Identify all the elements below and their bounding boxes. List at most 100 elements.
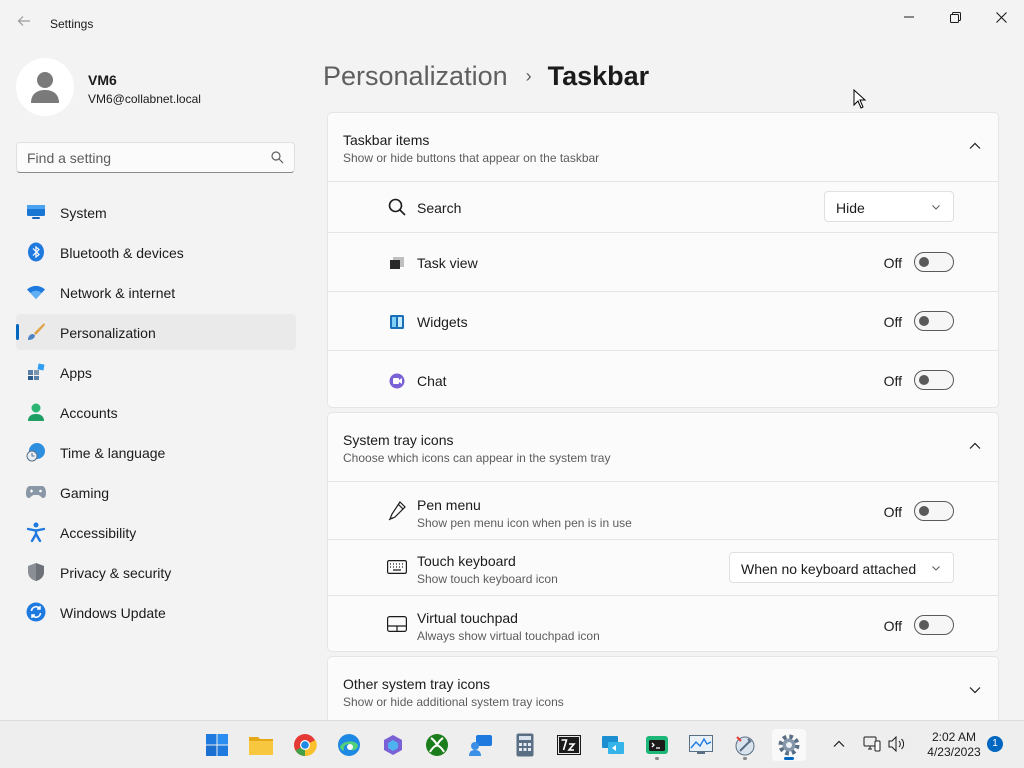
breadcrumb-separator: ›: [525, 65, 532, 86]
sidebar-item-network[interactable]: Network & internet: [16, 274, 296, 310]
apps-icon: [26, 362, 46, 382]
performance-monitor-icon: [689, 735, 713, 754]
widgets-icon: [387, 312, 407, 332]
start-button[interactable]: [200, 729, 234, 761]
file-explorer-icon: [249, 737, 273, 755]
virtual-touchpad-toggle[interactable]: [914, 615, 954, 635]
setting-row-widgets: Widgets Off: [328, 291, 998, 350]
os-taskbar: 2:02 AM 4/23/2023 1: [0, 720, 1024, 768]
network-status[interactable]: [863, 736, 881, 757]
chevron-up-icon[interactable]: [968, 439, 982, 453]
copilot-icon: [384, 735, 402, 755]
sidebar-item-system[interactable]: System: [16, 194, 296, 230]
chat-icon: [387, 371, 407, 391]
task-view-toggle[interactable]: [914, 252, 954, 272]
taskbar-xbox[interactable]: [420, 729, 454, 761]
sidebar-item-gaming[interactable]: Gaming: [16, 474, 296, 510]
taskbar-settings[interactable]: [772, 729, 806, 761]
7zip-icon: [557, 735, 581, 755]
close-button[interactable]: [978, 4, 1024, 30]
search-visibility-dropdown[interactable]: Hide: [824, 191, 954, 222]
brush-icon: [26, 322, 46, 342]
setting-row-chat: Chat Off: [328, 350, 998, 409]
taskbar-terminal[interactable]: [640, 729, 674, 761]
system-tray-header[interactable]: System tray icons Choose which icons can…: [328, 413, 998, 481]
chevron-up-icon[interactable]: [968, 139, 982, 153]
sidebar-item-privacy[interactable]: Privacy & security: [16, 554, 296, 590]
user-profile[interactable]: VM6 VM6@collabnet.local: [16, 58, 296, 118]
sidebar-item-accounts[interactable]: Accounts: [16, 394, 296, 430]
person-icon: [31, 72, 59, 103]
wifi-icon: [26, 282, 46, 302]
chevron-down-icon[interactable]: [968, 683, 982, 697]
taskbar-copilot[interactable]: [376, 729, 410, 761]
title-bar: Settings: [0, 0, 1024, 48]
taskbar-remote-desktop[interactable]: [596, 729, 630, 761]
shield-icon: [26, 562, 46, 582]
close-icon: [995, 11, 1007, 23]
other-tray-header[interactable]: Other system tray icons Show or hide add…: [328, 657, 998, 721]
start-icon: [206, 734, 228, 756]
bluetooth-icon: [26, 242, 46, 262]
breadcrumb-parent[interactable]: Personalization: [323, 61, 508, 92]
search-icon[interactable]: [271, 151, 284, 169]
search-box[interactable]: [16, 142, 295, 173]
settings-icon: [778, 734, 800, 756]
search-icon: [387, 197, 407, 217]
setting-row-task-view: Task view Off: [328, 232, 998, 291]
people-icon: [469, 735, 492, 756]
widgets-toggle[interactable]: [914, 311, 954, 331]
globe-clock-icon: [26, 442, 46, 462]
update-icon: [26, 602, 46, 622]
setting-row-virtual-touchpad: Virtual touchpad Always show virtual tou…: [328, 595, 998, 652]
volume-control[interactable]: [888, 735, 906, 757]
minimize-button[interactable]: [886, 4, 932, 30]
taskbar-people[interactable]: [464, 729, 498, 761]
accounts-icon: [26, 402, 46, 422]
notification-badge[interactable]: 1: [987, 736, 1003, 752]
chevron-down-icon: [932, 566, 940, 571]
user-name: VM6: [88, 72, 117, 88]
maximize-icon: [949, 11, 961, 23]
taskbar-chrome[interactable]: [288, 729, 322, 761]
task-view-icon: [387, 253, 407, 273]
pen-icon: [387, 501, 407, 521]
sidebar-item-personalization[interactable]: Personalization: [16, 314, 296, 350]
touch-keyboard-dropdown[interactable]: When no keyboard attached: [729, 552, 954, 583]
show-hidden-icons-button[interactable]: [832, 737, 846, 756]
sidebar-item-bluetooth[interactable]: Bluetooth & devices: [16, 234, 296, 270]
user-email: VM6@collabnet.local: [88, 92, 201, 106]
chevron-down-icon: [932, 205, 940, 210]
taskbar-calculator[interactable]: [508, 729, 542, 761]
chrome-icon: [294, 734, 317, 757]
sidebar-item-apps[interactable]: Apps: [16, 354, 296, 390]
taskbar-items-card: Taskbar items Show or hide buttons that …: [327, 112, 999, 408]
clock-time: 2:02 AM: [931, 730, 977, 744]
xbox-icon: [426, 734, 448, 756]
sidebar-item-windows-update[interactable]: Windows Update: [16, 594, 296, 630]
keyboard-icon: [387, 557, 407, 577]
back-arrow-icon[interactable]: [14, 14, 34, 34]
mouse-cursor-icon: [853, 89, 867, 109]
accessibility-icon: [26, 522, 46, 542]
volume-icon: [888, 735, 905, 753]
clock[interactable]: 2:02 AM 4/23/2023: [912, 730, 996, 760]
sidebar-nav: System Bluetooth & devices Network & int…: [16, 194, 296, 634]
minimize-icon: [904, 16, 914, 18]
taskbar-file-explorer[interactable]: [244, 729, 278, 761]
taskbar-7zip[interactable]: [552, 729, 586, 761]
taskbar-edge[interactable]: [332, 729, 366, 761]
taskbar-tools[interactable]: [728, 729, 762, 761]
pen-menu-toggle[interactable]: [914, 501, 954, 521]
sidebar-item-time-language[interactable]: Time & language: [16, 434, 296, 470]
touchpad-icon: [387, 614, 407, 634]
taskbar-performance-monitor[interactable]: [684, 729, 718, 761]
sidebar-item-accessibility[interactable]: Accessibility: [16, 514, 296, 550]
maximize-button[interactable]: [932, 4, 978, 30]
selection-indicator: [16, 324, 19, 340]
taskbar-items-header[interactable]: Taskbar items Show or hide buttons that …: [328, 113, 998, 181]
page-title: Taskbar: [547, 60, 650, 91]
chat-toggle[interactable]: [914, 370, 954, 390]
system-icon: [26, 202, 46, 222]
search-input[interactable]: [27, 149, 257, 167]
